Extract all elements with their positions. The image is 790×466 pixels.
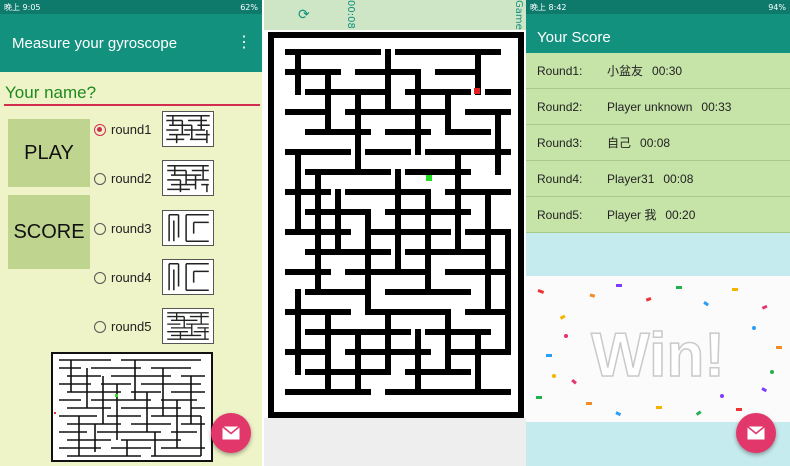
- score-round: Round4:: [537, 171, 583, 186]
- status-battery: 94%: [768, 2, 786, 12]
- more-vert-icon[interactable]: ⋮: [234, 35, 254, 51]
- round-option-3[interactable]: round3: [94, 221, 151, 236]
- name-input[interactable]: Your name?: [5, 83, 96, 103]
- app-bar: Measure your gyroscope ⋮: [0, 14, 262, 72]
- score-row: Round4: Player31 00:08: [526, 161, 790, 197]
- status-battery: 62%: [240, 2, 258, 12]
- radio-icon[interactable]: [94, 271, 106, 284]
- score-time: 00:30: [652, 63, 683, 78]
- score-round: Round3:: [537, 135, 583, 150]
- score-player: Player unknown: [607, 99, 693, 114]
- mail-icon: [747, 426, 765, 440]
- game-label: Game: [513, 0, 524, 30]
- maze-game-screen: ⟳ 00:08 Game: [264, 0, 526, 466]
- score-list: Round1: 小盆友 00:30 Round2: Player unknown…: [526, 53, 790, 233]
- win-text: Win!: [591, 321, 725, 390]
- maze-thumbnail-1: [162, 111, 214, 147]
- radio-selected-icon[interactable]: [94, 123, 106, 136]
- round-option-5[interactable]: round5: [94, 319, 151, 334]
- score-round: Round1:: [537, 63, 583, 78]
- score-time: 00:20: [665, 207, 696, 222]
- round-label: round3: [111, 221, 152, 236]
- score-screen: 晚上 8:42 94% Your Score Round1: 小盆友 00:30…: [526, 0, 790, 466]
- status-time: 晚上 8:42: [530, 2, 567, 12]
- score-player: Player31: [607, 171, 655, 186]
- round-option-1[interactable]: round1: [94, 122, 151, 137]
- gyroscope-menu-screen: 晚上 9:05 62% Measure your gyroscope ⋮ You…: [0, 0, 262, 466]
- round-option-2[interactable]: round2: [94, 171, 151, 186]
- score-player: Player 我: [607, 208, 657, 222]
- score-row: Round3: 自己 00:08: [526, 125, 790, 161]
- radio-icon[interactable]: [94, 172, 106, 185]
- score-round: Round5:: [537, 207, 583, 222]
- radio-icon[interactable]: [94, 222, 106, 235]
- win-confetti-image: Win!: [526, 276, 790, 422]
- score-time: 00:08: [663, 171, 694, 186]
- round-label: round1: [111, 122, 152, 137]
- score-row: Round2: Player unknown 00:33: [526, 89, 790, 125]
- maze-preview: [51, 352, 213, 462]
- round-label: round5: [111, 319, 152, 334]
- score-player: 小盆友: [607, 64, 644, 78]
- maze-thumbnail-2: [162, 160, 214, 196]
- email-fab[interactable]: [736, 413, 776, 453]
- score-player: 自己: [607, 136, 632, 150]
- score-button[interactable]: SCORE: [8, 195, 90, 269]
- page-title: Your Score: [537, 28, 611, 46]
- score-row: Round5: Player 我 00:20: [526, 197, 790, 233]
- app-title: Measure your gyroscope: [12, 34, 178, 52]
- score-time: 00:33: [701, 99, 732, 114]
- maze-board[interactable]: [268, 32, 524, 418]
- maze-thumbnail-5: [162, 308, 214, 344]
- name-input-underline: [4, 104, 260, 106]
- refresh-icon[interactable]: ⟳: [298, 6, 310, 23]
- maze-thumbnail-4: [162, 259, 214, 295]
- radio-icon[interactable]: [94, 320, 106, 333]
- round-label: round4: [111, 270, 152, 285]
- maze-thumbnail-3: [162, 210, 214, 246]
- status-bar: 晚上 8:42 94%: [526, 0, 790, 14]
- play-button[interactable]: PLAY: [8, 119, 90, 187]
- bottom-strip: [264, 418, 526, 466]
- mail-icon: [222, 426, 240, 440]
- round-label: round2: [111, 171, 152, 186]
- score-row: Round1: 小盆友 00:30: [526, 53, 790, 89]
- score-round: Round2:: [537, 99, 583, 114]
- score-time: 00:08: [640, 135, 671, 150]
- email-fab[interactable]: [211, 413, 251, 453]
- round-option-4[interactable]: round4: [94, 270, 151, 285]
- status-time: 晚上 9:05: [4, 2, 41, 12]
- game-timer: 00:08: [345, 0, 356, 29]
- status-bar: 晚上 9:05 62%: [0, 0, 262, 14]
